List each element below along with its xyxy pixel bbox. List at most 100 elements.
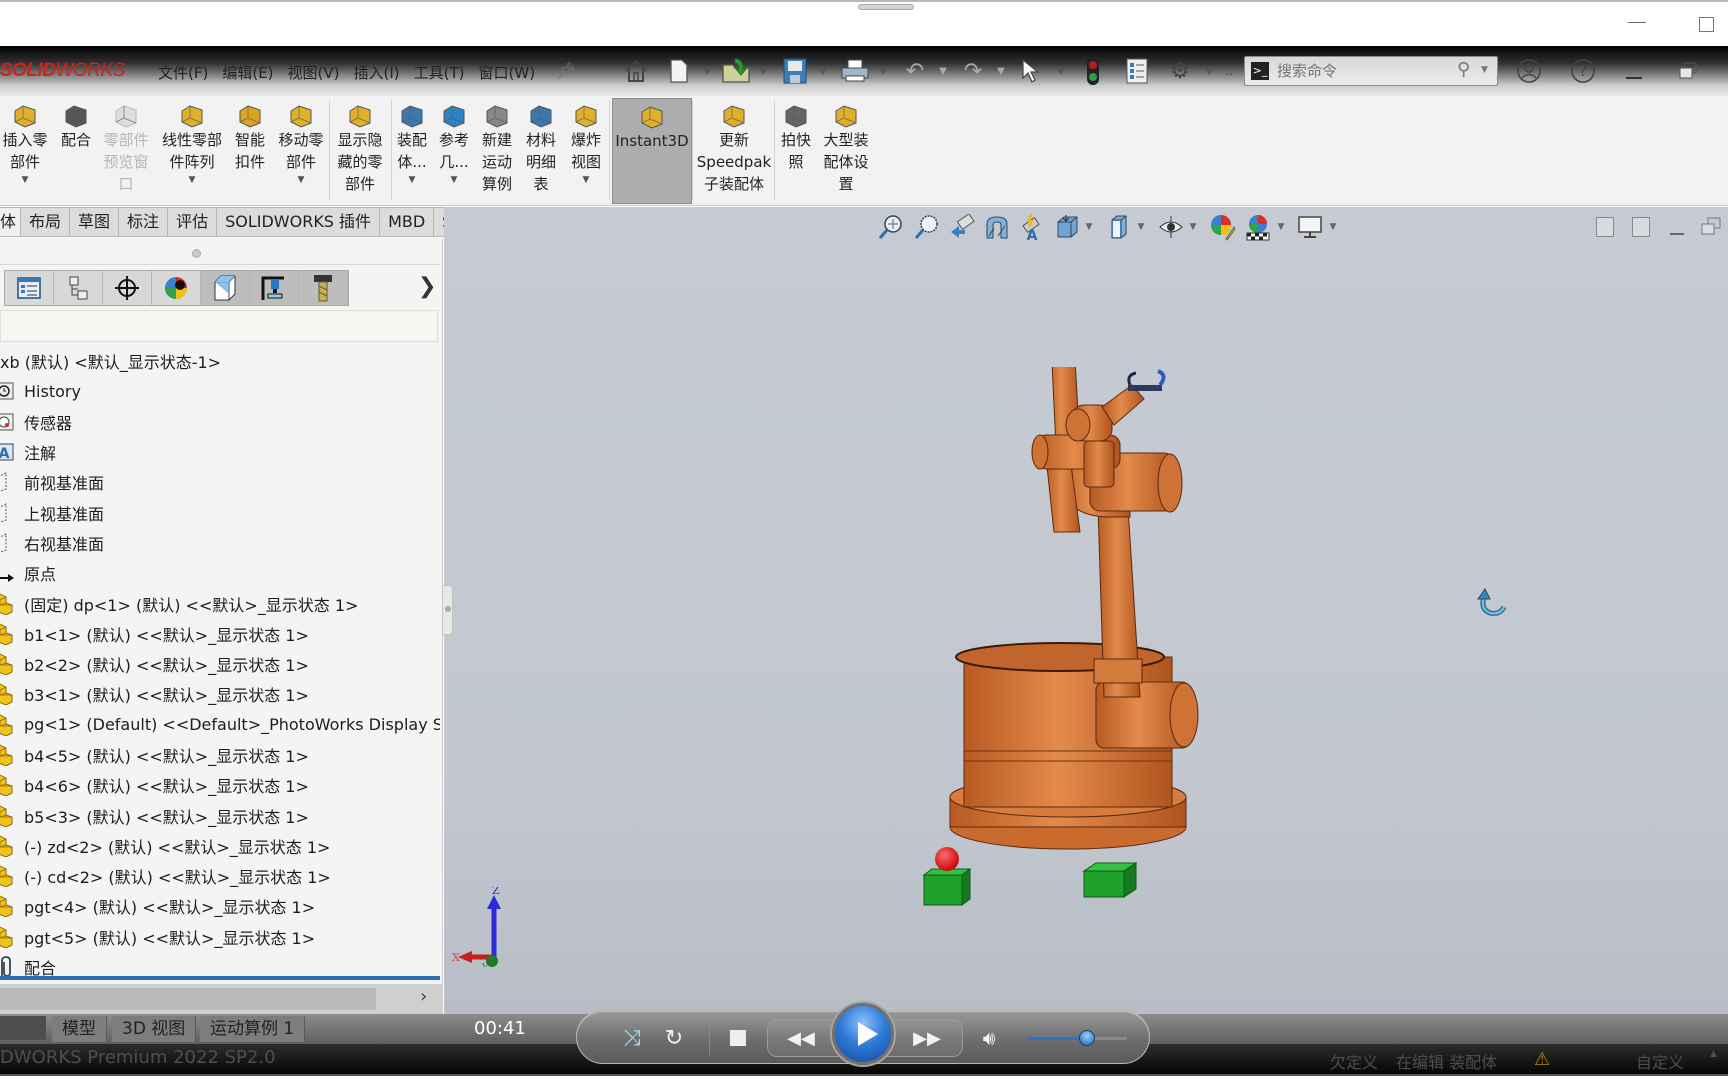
print-icon[interactable] <box>838 55 872 87</box>
tree-item[interactable]: pgt<5> (默认) <<默认>_显示状态 1> <box>0 922 440 952</box>
displaymanager-icon[interactable] <box>152 271 201 305</box>
ribbon-button-component-preview[interactable]: 零部件 预览窗口 <box>98 98 154 204</box>
featuremanager-tree-icon[interactable] <box>5 271 54 305</box>
repeat-icon[interactable]: ↻ <box>659 1023 689 1053</box>
chevron-down-icon[interactable]: ▼ <box>564 173 608 187</box>
tree-item[interactable]: 右视基准面 <box>0 528 440 558</box>
search-commands-box[interactable]: >_ ⚲ ▼ <box>1244 56 1498 86</box>
save-dropdown-icon[interactable]: ▼ <box>818 55 828 87</box>
tab-layout[interactable]: 布局 <box>21 207 71 237</box>
tree-filter-input[interactable] <box>0 310 438 342</box>
tree-root-assembly[interactable]: xb (默认) <默认_显示状态-1> <box>0 346 440 376</box>
tree-item[interactable]: (-) zd<2> (默认) <<默认>_显示状态 1> <box>0 831 440 861</box>
help-icon[interactable]: ? <box>1568 55 1598 87</box>
maximize-icon[interactable] <box>1699 17 1714 32</box>
ribbon-button-smart-fasteners[interactable]: 智能 扣件 <box>228 98 272 204</box>
ribbon-button-bill-of-materials[interactable]: 材料 明细表 <box>520 98 562 204</box>
print-dropdown-icon[interactable]: ▼ <box>878 55 888 87</box>
shuffle-icon[interactable]: ⤨ <box>617 1023 647 1053</box>
chevron-down-icon[interactable]: ▼ <box>158 173 226 187</box>
menu-file[interactable]: 文件(F) <box>158 62 208 83</box>
cam-tool-tree-icon[interactable] <box>299 271 348 305</box>
volume-slider[interactable] <box>1027 1030 1127 1046</box>
chevron-down-icon[interactable]: ▼ <box>434 173 474 187</box>
volume-icon[interactable]: 🔊︎ <box>975 1023 1003 1053</box>
solidworks-logo[interactable]: SOLIDWORKS <box>0 60 125 82</box>
select-dropdown-icon[interactable]: ▼ <box>1056 55 1066 87</box>
user-account-icon[interactable] <box>1514 55 1544 87</box>
tree-item[interactable]: A 注解 <box>0 437 440 467</box>
tab-markup[interactable]: 标注 <box>119 207 169 237</box>
tab-assembly[interactable]: 体 <box>0 207 22 237</box>
app-restore-icon[interactable] <box>1676 55 1700 87</box>
menu-window[interactable]: 窗口(W) <box>479 62 536 83</box>
ribbon-button-reference-geometry[interactable]: 参考 几... ▼ <box>434 98 474 204</box>
tab-3d-views[interactable]: 3D 视图 <box>112 1016 197 1042</box>
tree-item[interactable]: (固定) dp<1> (默认) <<默认>_显示状态 1> <box>0 588 440 618</box>
tab-motion-study-1[interactable]: 运动算例 1 <box>200 1016 306 1042</box>
cam-operation-tree-icon[interactable] <box>250 271 299 305</box>
home-icon[interactable] <box>620 55 652 87</box>
tree-item[interactable]: 传感器 <box>0 407 440 437</box>
panel-tabs-next-icon[interactable]: ❯ <box>418 274 436 299</box>
propertymanager-icon[interactable] <box>54 271 103 305</box>
save-icon[interactable] <box>780 55 810 87</box>
file-properties-icon[interactable] <box>1122 55 1152 87</box>
tree-item[interactable]: b1<1> (默认) <<默认>_显示状态 1> <box>0 619 440 649</box>
stop-icon[interactable] <box>723 1023 753 1053</box>
tree-item[interactable]: (-) cd<2> (默认) <<默认>_显示状态 1> <box>0 861 440 891</box>
tree-item[interactable]: pg<1> (Default) <<Default>_PhotoWorks Di… <box>0 710 440 740</box>
tree-item[interactable]: 上视基准面 <box>0 497 440 527</box>
play-button[interactable] <box>832 1003 894 1065</box>
chevron-down-icon[interactable]: ▼ <box>0 173 50 187</box>
redo-dropdown-icon[interactable]: ▼ <box>996 55 1006 87</box>
new-document-icon[interactable] <box>666 55 692 87</box>
undo-dropdown-icon[interactable]: ▼ <box>938 55 948 87</box>
options-gear-icon[interactable]: ⚙ <box>1164 55 1196 87</box>
scroll-right-icon[interactable]: › <box>420 986 427 1007</box>
menu-insert[interactable]: 插入(I) <box>354 62 400 83</box>
units-custom-status[interactable]: 自定义 <box>1636 1049 1684 1073</box>
green-box-right[interactable] <box>1082 862 1138 898</box>
ribbon-button-move-component[interactable]: 移动零 部件 ▼ <box>274 98 328 204</box>
panel-collapse-handle[interactable] <box>192 249 201 258</box>
app-minimize-icon[interactable] <box>1624 55 1644 87</box>
menu-edit[interactable]: 编辑(E) <box>222 62 273 83</box>
panel-horizontal-scrollbar[interactable]: › <box>0 984 443 1014</box>
configurationmanager-icon[interactable] <box>103 271 152 305</box>
tab-evaluate[interactable]: 评估 <box>168 207 218 237</box>
tree-item[interactable]: b3<1> (默认) <<默认>_显示状态 1> <box>0 679 440 709</box>
tree-item[interactable]: pgt<4> (默认) <<默认>_显示状态 1> <box>0 891 440 921</box>
ribbon-button-snapshot-camera[interactable]: 拍快照 <box>776 98 816 204</box>
redo-icon[interactable]: ↷ <box>958 55 988 87</box>
volume-knob[interactable] <box>1079 1030 1095 1046</box>
fast-forward-icon[interactable]: ▶▶ <box>907 1023 947 1053</box>
open-dropdown-icon[interactable]: ▼ <box>758 55 768 87</box>
menu-view[interactable]: 视图(V) <box>288 62 340 83</box>
cam-feature-tree-icon[interactable] <box>201 271 250 305</box>
units-dropdown-icon[interactable]: ▲ <box>1710 1049 1717 1059</box>
drag-handle[interactable] <box>858 4 914 10</box>
overflow-more[interactable]: .. <box>1222 55 1236 87</box>
viewport-restore-icon[interactable] <box>1700 217 1724 239</box>
chevron-down-icon[interactable]: ▼ <box>274 173 328 187</box>
ribbon-button-large-assembly-settings[interactable]: 大型装 配体设置 <box>818 98 874 204</box>
tab-sketch[interactable]: 草图 <box>70 207 120 237</box>
ribbon-button-new-motion-study[interactable]: 新建 运动 算例 <box>476 98 518 204</box>
menu-tools[interactable]: 工具(T) <box>414 62 465 83</box>
panel-splitter-handle[interactable] <box>443 585 453 635</box>
rollback-bar[interactable] <box>0 976 440 980</box>
ribbon-button-exploded-view[interactable]: 爆炸 视图 ▼ <box>564 98 608 204</box>
tree-item[interactable]: b5<3> (默认) <<默认>_显示状态 1> <box>0 800 440 830</box>
viewport-tile-left-icon[interactable] <box>1596 217 1614 237</box>
pin-icon[interactable]: 📌︎ <box>556 61 576 80</box>
ribbon-button-mate-paperclip[interactable]: 配合 <box>56 98 96 204</box>
ribbon-button-linear-pattern[interactable]: 线性零部 件阵列 ▼ <box>158 98 226 204</box>
scrollbar-thumb[interactable] <box>0 988 376 1010</box>
tab-model[interactable]: 模型 <box>52 1016 107 1042</box>
rebuild-warning-icon[interactable]: ⚠ <box>1534 1049 1550 1070</box>
options-dropdown-icon[interactable]: ▼ <box>1204 55 1214 87</box>
search-icon[interactable]: ⚲ <box>1457 59 1470 80</box>
viewport-minimize-icon[interactable] <box>1670 233 1684 235</box>
minimize-icon[interactable] <box>1628 22 1646 23</box>
